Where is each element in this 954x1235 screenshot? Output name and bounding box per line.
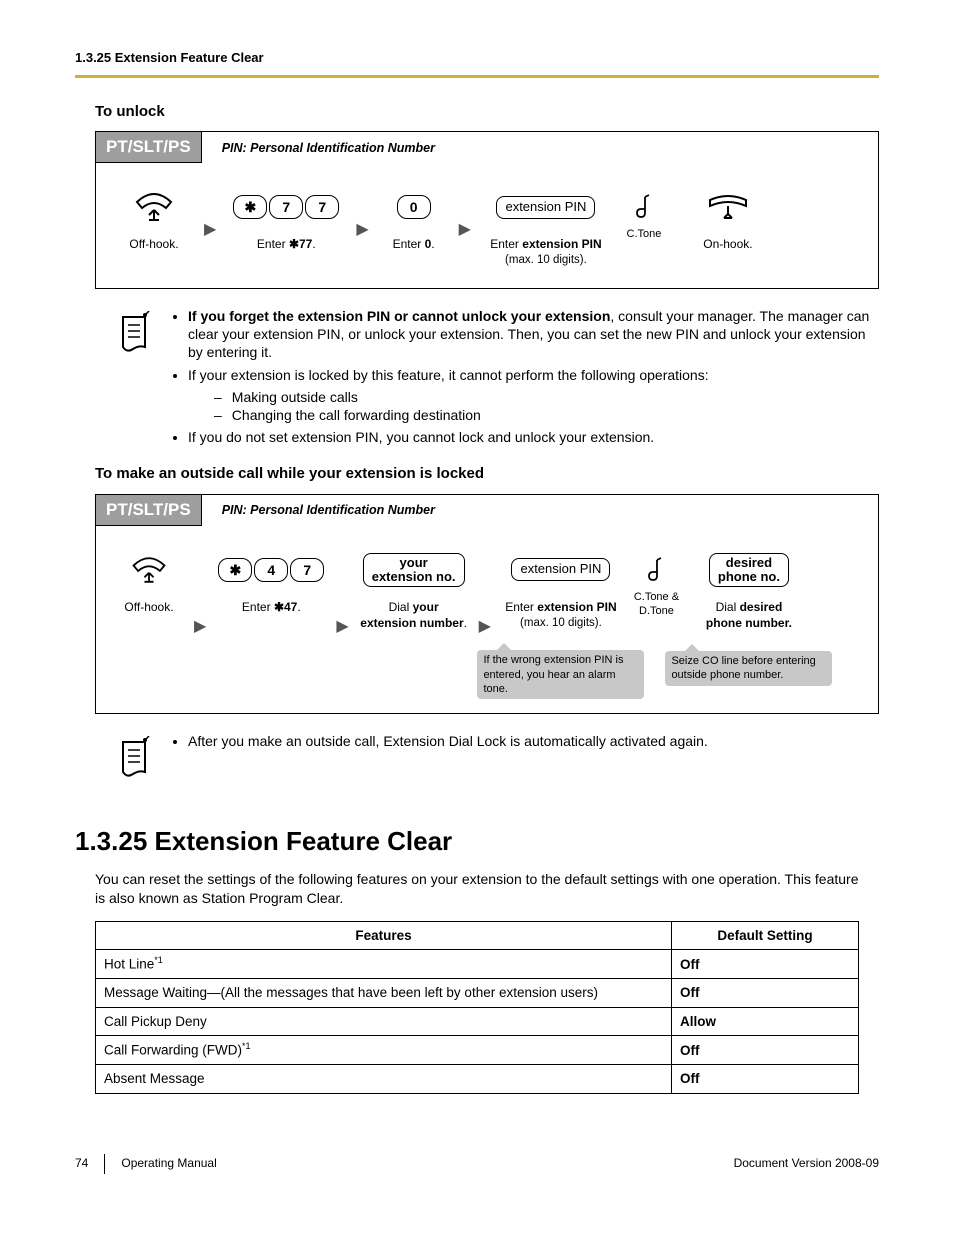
device-tag: PT/SLT/PS xyxy=(96,132,202,163)
offhook-icon xyxy=(132,187,176,227)
arrow-icon: ▶ xyxy=(194,611,206,638)
table-row: Message Waiting—(All the messages that h… xyxy=(96,979,859,1008)
tone-icon xyxy=(647,550,665,590)
unlock-heading: To unlock xyxy=(95,102,879,122)
feature-cell: Hot Line*1 xyxy=(96,950,672,979)
keys-77: ✱77 xyxy=(232,187,340,227)
table-row: Call Pickup DenyAllow xyxy=(96,1007,859,1036)
tone-label: C.Tone & D.Tone xyxy=(629,590,684,619)
feature-cell: Absent Message xyxy=(96,1065,672,1094)
doc-version: Document Version 2008-09 xyxy=(734,1156,879,1172)
enter-pin-label: Enter extension PIN xyxy=(490,237,601,253)
page-number: 74 xyxy=(75,1156,88,1172)
offhook-label: Off-hook. xyxy=(129,237,178,253)
pin-digits-label: (max. 10 digits). xyxy=(505,253,587,268)
onhook-icon xyxy=(704,187,752,227)
pin-definition: PIN: Personal Identification Number xyxy=(202,498,455,522)
ctone-icon xyxy=(635,187,653,227)
arrow-icon: ▶ xyxy=(459,214,471,241)
device-tag: PT/SLT/PS xyxy=(96,495,202,526)
default-cell: Off xyxy=(672,1065,859,1094)
default-cell: Allow xyxy=(672,1007,859,1036)
arrow-icon: ▶ xyxy=(336,611,348,638)
enter-0-label: Enter 0. xyxy=(393,237,435,253)
note-item: If your extension is locked by this feat… xyxy=(188,366,879,425)
arrow-icon: ▶ xyxy=(356,214,368,241)
onhook-label: On-hook. xyxy=(703,237,752,253)
table-row: Absent MessageOff xyxy=(96,1065,859,1094)
pin-digits-label: (max. 10 digits). xyxy=(520,616,602,631)
section-title: 1.3.25 Extension Feature Clear xyxy=(75,825,879,859)
table-row: Call Forwarding (FWD)*1Off xyxy=(96,1036,859,1065)
note-subitem: Making outside calls xyxy=(214,388,879,406)
enter-77-label: Enter ✱77. xyxy=(257,237,316,253)
note-icon xyxy=(115,732,160,784)
table-row: Hot Line*1Off xyxy=(96,950,859,979)
notes-block-2: After you make an outside call, Extensio… xyxy=(115,732,879,784)
note-item: After you make an outside call, Extensio… xyxy=(188,732,708,750)
default-cell: Off xyxy=(672,979,859,1008)
feature-cell: Message Waiting—(All the messages that h… xyxy=(96,979,672,1008)
desired-phone-box: desiredphone no. xyxy=(709,553,789,588)
header-rule xyxy=(75,75,879,78)
note-item: If you forget the extension PIN or canno… xyxy=(188,307,879,362)
notes-block-1: If you forget the extension PIN or canno… xyxy=(115,307,879,450)
outcall-procedure: PT/SLT/PS PIN: Personal Identification N… xyxy=(95,494,879,715)
arrow-icon: ▶ xyxy=(479,611,491,638)
dial-ext-label: Dial your extension number. xyxy=(360,600,467,631)
feature-cell: Call Forwarding (FWD)*1 xyxy=(96,1036,672,1065)
extension-pin-box: extension PIN xyxy=(496,196,595,219)
outcall-heading: To make an outside call while your exten… xyxy=(95,464,879,484)
default-cell: Off xyxy=(672,950,859,979)
default-cell: Off xyxy=(672,1036,859,1065)
keys-47: ✱47 xyxy=(217,550,325,590)
manual-name: Operating Manual xyxy=(121,1156,216,1172)
col-features: Features xyxy=(96,921,672,950)
offhook-label: Off-hook. xyxy=(124,600,173,616)
note-item: If you do not set extension PIN, you can… xyxy=(188,428,879,446)
key-0: 0 xyxy=(396,187,432,227)
seize-co-callout: Seize CO line before entering outside ph… xyxy=(665,651,832,686)
unlock-procedure: PT/SLT/PS PIN: Personal Identification N… xyxy=(95,131,879,289)
arrow-icon: ▶ xyxy=(204,214,216,241)
ctone-label: C.Tone xyxy=(627,227,662,241)
note-icon xyxy=(115,307,160,450)
extension-pin-box: extension PIN xyxy=(511,558,610,581)
dial-desired-label: Dial desired phone number. xyxy=(706,600,792,631)
pin-definition: PIN: Personal Identification Number xyxy=(202,136,455,160)
offhook-icon xyxy=(129,550,169,590)
wrong-pin-callout: If the wrong extension PIN is entered, y… xyxy=(477,650,644,699)
features-table: Features Default Setting Hot Line*1OffMe… xyxy=(95,921,859,1094)
feature-cell: Call Pickup Deny xyxy=(96,1007,672,1036)
enter-47-label: Enter ✱47. xyxy=(242,600,301,616)
your-ext-box: yourextension no. xyxy=(363,553,465,588)
page-header: 1.3.25 Extension Feature Clear xyxy=(75,50,879,67)
page-footer: 74 Operating Manual Document Version 200… xyxy=(75,1154,879,1174)
section-intro: You can reset the settings of the follow… xyxy=(95,870,859,906)
note-subitem: Changing the call forwarding destination xyxy=(214,406,879,424)
enter-pin-label: Enter extension PIN xyxy=(505,600,616,616)
col-default: Default Setting xyxy=(672,921,859,950)
